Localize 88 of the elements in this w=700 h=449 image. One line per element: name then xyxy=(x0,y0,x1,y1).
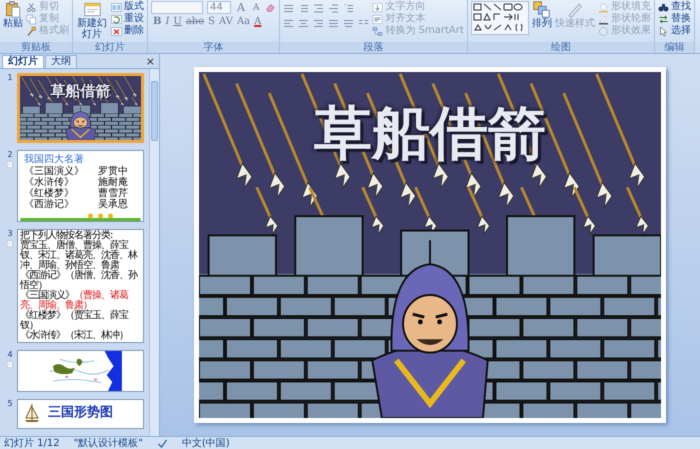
thumbnail-title: 三国形势图 xyxy=(48,404,113,422)
slide-number: 2 xyxy=(7,150,13,159)
pane-tab[interactable]: 大纲 xyxy=(45,55,77,68)
spell-check-icon xyxy=(156,438,168,448)
distribute-icon xyxy=(343,18,354,29)
format-button[interactable]: AV xyxy=(216,16,235,28)
brush-icon xyxy=(26,26,37,36)
slide-number: 5 xyxy=(7,399,13,408)
thumbnail-text: 贾宝玉、唐僧、曹操、薛宝钗、宋江、诸葛亮、沈香、林冲、周瑜、孙悟空、鲁肃 xyxy=(20,241,138,271)
format-button[interactable]: Aa xyxy=(234,16,252,28)
answer-line: 《红楼梦》（贾宝玉、薛宝钗） xyxy=(20,311,130,331)
layout-icon xyxy=(111,2,122,12)
indent-icon xyxy=(328,3,340,14)
outline-pen-icon xyxy=(598,14,609,24)
group-label: 剪贴板 xyxy=(0,42,72,53)
book-title: 《西游记》 xyxy=(24,199,75,210)
text-direction-icon xyxy=(372,2,384,12)
copy-icon xyxy=(26,14,37,24)
group-label: 幻灯片 xyxy=(73,42,147,53)
ribbon-large-button[interactable]: 排列 xyxy=(532,1,552,29)
answer-line: 《三国演义》（曹操、诸葛亮、周瑜、鲁肃） xyxy=(20,291,130,311)
swap-icon xyxy=(658,14,669,24)
justify-icon xyxy=(328,18,340,29)
pane-tab[interactable]: 幻灯片 xyxy=(2,55,44,68)
new-slide-icon xyxy=(84,1,100,18)
pen-icon xyxy=(566,1,584,18)
status-text: "默认设计模板" xyxy=(74,436,143,449)
author-name: 吴承恩 xyxy=(98,199,128,210)
font-name-field[interactable] xyxy=(151,1,203,14)
slide-number: 3 xyxy=(7,229,13,238)
ribbon-button[interactable]: 版式 xyxy=(111,1,144,13)
shapes-gallery-drawing xyxy=(470,1,529,35)
slide-number: 1 xyxy=(7,73,13,82)
group-label: 段落 xyxy=(280,42,467,53)
status-text: 中文(中国) xyxy=(182,436,230,449)
font-size-field[interactable]: 44 xyxy=(207,1,231,14)
eraser-icon xyxy=(265,2,276,13)
bullet-list-icon xyxy=(283,3,294,14)
align-right-icon xyxy=(313,18,324,29)
thumbnail-text: 把下列人物按名著分类: xyxy=(20,231,112,241)
author-name: 曹雪芹 xyxy=(98,188,128,199)
scrollbar[interactable] xyxy=(149,69,159,436)
group-label: 编辑 xyxy=(654,42,694,53)
reset-icon xyxy=(111,14,122,24)
sailboat-icon xyxy=(24,403,40,423)
scissors-icon xyxy=(26,2,37,12)
thumbnail-heading: 我国四大名著 xyxy=(24,154,85,165)
ribbon-large-button[interactable]: 粘贴 xyxy=(3,1,23,29)
ribbon-button[interactable]: 选择 xyxy=(658,25,691,37)
format-button[interactable]: A xyxy=(252,16,264,28)
format-button[interactable]: abe xyxy=(184,16,206,28)
ribbon-button[interactable]: 重设 xyxy=(111,13,144,25)
align-center-icon xyxy=(298,18,310,29)
outdent-icon xyxy=(313,3,324,14)
book-title: 《三国演义》 xyxy=(24,166,85,177)
slide-thumbnail[interactable]: 我国四大名著 《三国演义》 罗贯中 《水浒传》 施耐庵 《红楼梦》 曹雪芹 《西游记》 吴承恩 xyxy=(17,150,144,222)
slide-thumbnail[interactable]: 把下列人物按名著分类: 贾宝玉、唐僧、曹操、薛宝钗、宋江、诸葛亮、沈香、林冲、周瑜、孙悟空、鲁肃 《西游记》（唐僧、沈香、孙悟空） 《三国演义》（曹操、诸葛亮、周瑜、鲁肃） 《红楼梦》（贾宝玉、薛宝钗） 《水浒传》（宋江、林冲） xyxy=(17,229,144,343)
binoculars-icon xyxy=(658,2,669,12)
cursor-icon xyxy=(658,26,669,36)
ribbon-large-button[interactable]: 新建幻灯片 xyxy=(76,1,108,40)
clipboard-icon xyxy=(4,1,22,18)
grow-font-button[interactable]: A xyxy=(235,2,247,14)
numbered-list-icon xyxy=(298,3,310,14)
slide-number: 4 xyxy=(7,350,13,359)
format-button[interactable]: B xyxy=(151,16,164,28)
author-name: 罗贯中 xyxy=(98,166,128,177)
stacked-shapes-icon xyxy=(533,1,550,18)
ribbon-button[interactable]: 查找 xyxy=(658,1,691,13)
slide-thumbnail[interactable]: 三国形势图 xyxy=(17,399,144,429)
book-title: 《红楼梦》 xyxy=(24,188,75,199)
format-button[interactable]: I xyxy=(163,16,172,28)
group-label: 字体 xyxy=(148,42,280,53)
group-label: 绘图 xyxy=(468,42,654,53)
delete-icon xyxy=(111,26,122,36)
format-button[interactable]: U xyxy=(171,16,184,28)
status-text: 幻灯片 1/12 xyxy=(4,436,60,449)
shrink-font-button[interactable]: A xyxy=(250,2,262,14)
answer-line: 《水浒传》（宋江、林冲） xyxy=(20,331,129,341)
align-left-icon xyxy=(283,18,294,29)
format-button[interactable]: S xyxy=(206,16,217,28)
align-text-icon xyxy=(372,14,384,24)
ribbon-button[interactable]: 替换 xyxy=(658,13,691,25)
author-name: 施耐庵 xyxy=(98,177,128,188)
close-button[interactable]: × xyxy=(142,55,159,68)
smartart-icon xyxy=(372,26,384,36)
book-title: 《水浒传》 xyxy=(24,177,75,188)
ribbon-button[interactable]: 删除 xyxy=(111,25,144,37)
answer-line: 《西游记》（唐僧、沈香、孙悟空） xyxy=(20,271,138,291)
